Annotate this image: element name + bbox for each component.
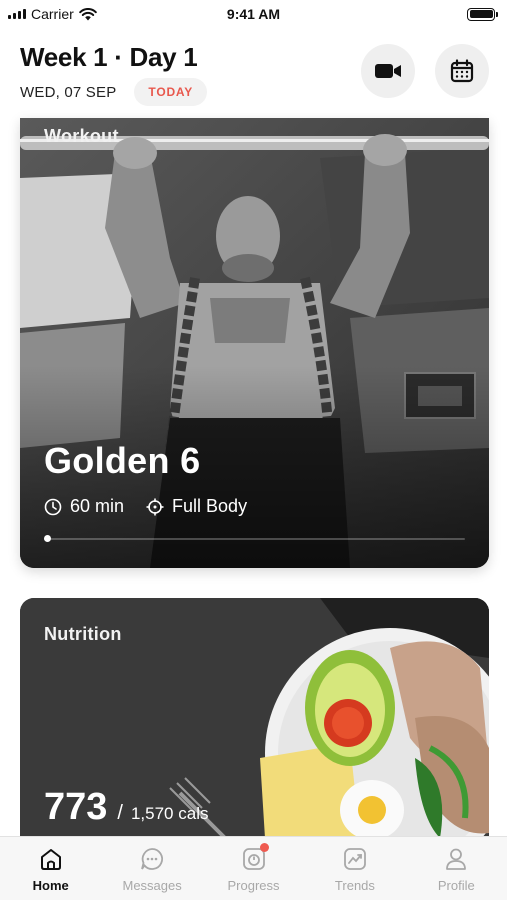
- clock-icon: [44, 498, 62, 515]
- date-label: WED, 07 SEP: [20, 83, 117, 101]
- tab-home[interactable]: Home: [0, 837, 101, 900]
- focus-label: Full Body: [172, 496, 248, 516]
- signal-icon: [8, 9, 26, 19]
- tab-progress[interactable]: Progress: [203, 837, 304, 900]
- calories-total: 1,570 cals: [130, 804, 209, 823]
- date-row: WED, 07 SEP TODAY: [20, 78, 208, 106]
- page-title: Week 1 · Day 1: [20, 42, 198, 72]
- progress-indicator: [44, 535, 51, 542]
- tab-trends[interactable]: Trends: [304, 837, 405, 900]
- home-icon: [40, 849, 61, 870]
- today-badge[interactable]: TODAY: [134, 78, 208, 106]
- workout-name: Golden 6: [44, 440, 201, 481]
- video-camera-icon: [375, 64, 401, 78]
- video-button[interactable]: [361, 44, 415, 98]
- wifi-icon: [78, 7, 97, 20]
- status-left: Carrier: [8, 6, 97, 22]
- notification-dot: [259, 843, 269, 852]
- workout-card[interactable]: Workout Golden 6 60 min Full Body: [20, 118, 489, 568]
- tab-profile[interactable]: Profile: [406, 837, 507, 900]
- tab-bar: Home Messages Progress Trends Profile: [0, 836, 507, 900]
- calories-separator: /: [117, 802, 123, 824]
- tab-label: Profile: [437, 878, 475, 893]
- crosshair-icon: [146, 498, 164, 515]
- duration-label: 60 min: [70, 496, 125, 516]
- tab-label: Home: [32, 878, 69, 893]
- tab-label: Trends: [334, 878, 375, 893]
- workout-meta: 60 min Full Body: [44, 496, 269, 517]
- status-bar: Carrier 9:41 AM: [0, 0, 507, 28]
- tab-label: Messages: [122, 878, 182, 893]
- calendar-icon: [450, 59, 474, 83]
- nutrition-card[interactable]: Nutrition 773 / 1,570 cals: [20, 598, 489, 858]
- trend-chart-icon: [344, 848, 366, 870]
- carrier-label: Carrier: [31, 6, 74, 22]
- focus-item: Full Body: [146, 496, 247, 517]
- nutrition-label: Nutrition: [44, 624, 122, 644]
- status-time: 9:41 AM: [226, 6, 281, 22]
- calories-value: 773: [44, 786, 108, 828]
- tab-label: Progress: [227, 878, 280, 893]
- calendar-button[interactable]: [435, 44, 489, 98]
- duration-item: 60 min: [44, 496, 124, 517]
- tab-messages[interactable]: Messages: [101, 837, 202, 900]
- workout-progress-bar: [44, 535, 465, 542]
- header: Week 1 · Day 1 WED, 07 SEP TODAY: [20, 40, 489, 110]
- calories-row: 773 / 1,570 cals: [44, 786, 208, 829]
- workout-label: Workout: [44, 126, 119, 146]
- chat-bubble-icon: [141, 848, 164, 870]
- user-icon: [446, 848, 467, 870]
- battery-icon: [467, 7, 498, 21]
